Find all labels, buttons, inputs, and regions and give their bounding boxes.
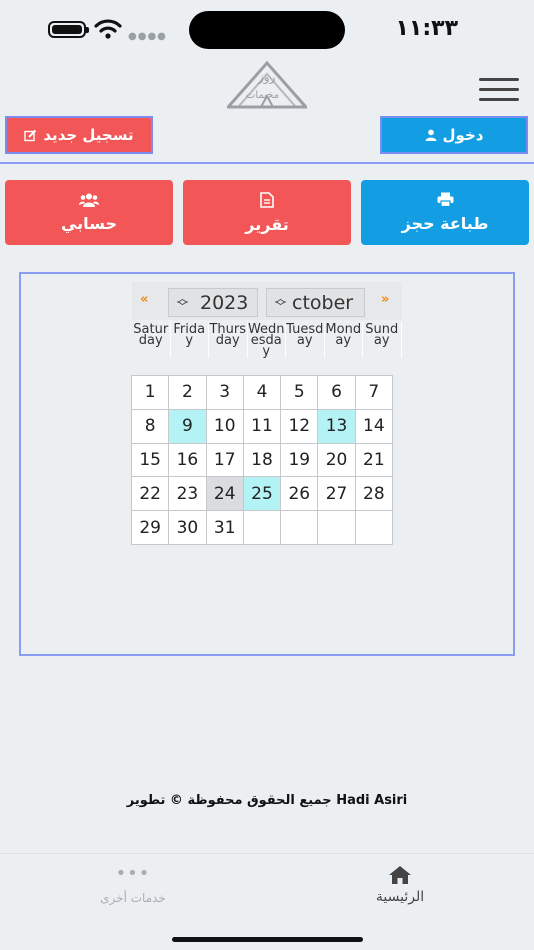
updown-chevron-icon: ︿ ﹀ [275,291,286,313]
home-icon [389,866,411,884]
updown-chevron-icon: ︿ ﹀ [177,291,188,313]
weekday-label: Thursday [209,322,248,358]
calendar-grid: 1 2 3 4 5 6 7 8 9 10 11 12 13 14 15 16 17 18 19 20 21 22 23 24 2… [130,375,394,545]
calendar-week-row: 8 9 10 11 12 13 14 [130,408,394,444]
prev-year-button[interactable]: « [140,292,148,307]
tab-more-label: خدمات أخرى [100,891,166,905]
calendar-day[interactable]: 11 [242,408,282,444]
document-icon [260,191,274,208]
weekday-label: Sunday [363,322,402,358]
register-button[interactable]: تسجيل جديد [5,116,153,154]
register-button-label: تسجيل جديد [43,126,134,144]
calendar-day[interactable]: 19 [280,442,319,478]
calendar-empty-cell [280,510,319,545]
printer-icon [437,192,453,207]
calendar-empty-cell [242,510,282,545]
calendar-day[interactable]: 16 [168,442,207,478]
print-booking-button[interactable]: طباعة حجز [361,180,529,245]
status-time: ١١:٣٣ [395,16,458,41]
home-indicator [172,937,363,942]
calendar-day[interactable]: 1 [130,375,170,410]
weekday-label: Saturday [132,322,171,358]
calendar-day[interactable]: 20 [317,442,356,478]
tab-more-services[interactable]: ••• خدمات أخرى [73,863,193,906]
user-icon [425,129,436,141]
calendar-day[interactable]: 5 [280,375,319,410]
calendar-day[interactable]: 9 [168,408,207,444]
weekday-header-row: Saturday Friday Thursday Wednesday Tuesd… [132,322,402,358]
calendar-day[interactable]: 14 [354,408,394,444]
calendar-empty-cell [317,510,356,545]
weekday-label: Monday [325,322,363,358]
month-value: ctober [292,291,354,314]
menu-icon-bar [479,78,519,81]
weekday-label: Friday [171,322,209,358]
calendar-week-row: 15 16 17 18 19 20 21 [130,442,394,478]
report-label: تقرير [245,214,289,234]
app-logo: روز مخيمات [225,60,309,112]
calendar-day[interactable]: 26 [280,476,319,512]
print-booking-label: طباعة حجز [401,214,489,233]
tab-home-label: الرئيسية [375,889,425,905]
menu-icon-bar [479,88,519,91]
my-account-label: حسابي [60,213,117,233]
calendar-day[interactable]: 8 [130,408,170,444]
year-select[interactable]: ︿ ﹀ 2023 [168,288,258,317]
calendar-week-row: 1234567 [130,375,394,410]
calendar-day[interactable]: 12 [280,408,319,444]
copyright-text: جميع الحقوق محفوظة © تطوير Hadi Asiri [126,793,408,808]
calendar-day[interactable]: 23 [168,476,207,512]
calendar-day[interactable]: 6 [317,375,356,410]
users-icon [79,193,99,207]
report-button[interactable]: تقرير [183,180,351,245]
edit-icon [24,129,37,141]
weekday-label: Tuesday [286,322,325,358]
logo-text-top: روز [258,70,276,84]
dynamic-island [189,11,345,49]
calendar-day[interactable]: 13 [317,408,356,444]
tab-home[interactable]: الرئيسية [340,865,460,905]
cellular-signal-icon: ●●●● [128,31,167,42]
calendar-day[interactable]: 22 [130,476,170,512]
calendar-day[interactable]: 27 [317,476,356,512]
menu-button[interactable] [479,78,519,102]
login-button-label: دخول [442,126,484,144]
year-value: 2023 [200,291,249,314]
calendar-day[interactable]: 24 [205,476,244,512]
calendar-empty-cell [354,510,394,545]
weekday-label: Wednesday [247,322,286,358]
calendar-day[interactable]: 21 [354,442,394,478]
wifi-icon [94,19,122,39]
login-button[interactable]: دخول [380,116,528,154]
battery-icon [48,21,89,38]
header-divider [0,162,534,164]
calendar-day[interactable]: 3 [205,375,244,410]
calendar-week-row: 29 30 31 [130,510,394,545]
more-dots-icon: ••• [115,863,151,884]
calendar-day[interactable]: 25 [242,476,282,512]
next-month-button[interactable]: » [381,292,389,307]
calendar-day[interactable]: 30 [168,510,207,545]
calendar-day[interactable]: 18 [242,442,282,478]
calendar-week-row: 22 23 24 25 26 27 28 [130,476,394,512]
calendar-day[interactable]: 31 [205,510,244,545]
menu-icon-bar [479,98,519,101]
logo-text-bottom: مخيمات [246,90,280,101]
calendar-day[interactable]: 10 [205,408,244,444]
calendar-day[interactable]: 15 [130,442,170,478]
calendar-day[interactable]: 4 [242,375,282,410]
calendar-day[interactable]: 2 [168,375,207,410]
calendar-day[interactable]: 17 [205,442,244,478]
calendar-day[interactable]: 29 [130,510,170,545]
calendar-day[interactable]: 28 [354,476,394,512]
my-account-button[interactable]: حسابي [5,180,173,245]
month-select[interactable]: ︿ ﹀ ctober [266,288,365,317]
calendar-day[interactable]: 7 [354,375,394,410]
